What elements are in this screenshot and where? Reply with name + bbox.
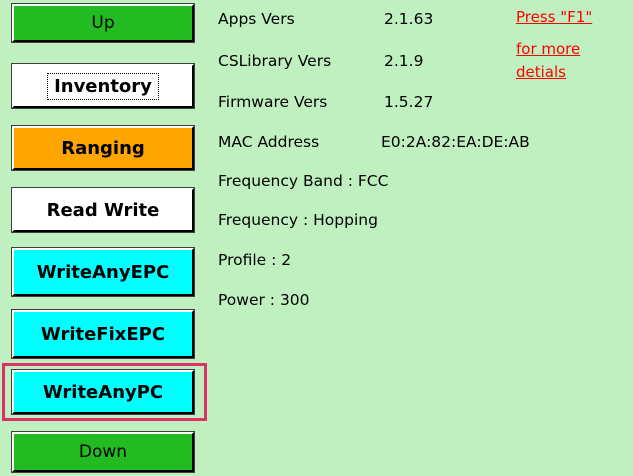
help-link-line1[interactable]: Press "F1" bbox=[516, 8, 592, 26]
firmware-vers-label: Firmware Vers bbox=[218, 93, 328, 111]
help-link-line2[interactable]: for more bbox=[516, 40, 580, 58]
mac-address-value: E0:2A:82:EA:DE:AB bbox=[381, 133, 530, 151]
apps-vers-label: Apps Vers bbox=[218, 10, 295, 28]
profile: Profile : 2 bbox=[218, 251, 292, 269]
up-button[interactable]: Up bbox=[11, 3, 195, 43]
read-write-button-label: Read Write bbox=[46, 199, 160, 221]
frequency: Frequency : Hopping bbox=[218, 211, 378, 229]
down-button[interactable]: Down bbox=[11, 431, 195, 473]
help-link-line3[interactable]: detials bbox=[516, 63, 566, 81]
write-any-pc-button-label: WriteAnyPC bbox=[42, 381, 164, 403]
down-button-label: Down bbox=[78, 442, 128, 462]
read-write-button[interactable]: Read Write bbox=[11, 187, 195, 233]
inventory-button[interactable]: Inventory bbox=[11, 63, 195, 109]
apps-vers-value: 2.1.63 bbox=[384, 10, 434, 28]
inventory-button-label: Inventory bbox=[47, 72, 159, 100]
frequency-band: Frequency Band : FCC bbox=[218, 172, 389, 190]
power: Power : 300 bbox=[218, 291, 310, 309]
write-any-pc-button[interactable]: WriteAnyPC bbox=[11, 369, 195, 415]
write-fix-epc-button[interactable]: WriteFixEPC bbox=[11, 309, 195, 359]
mac-address-label: MAC Address bbox=[218, 133, 320, 151]
up-button-label: Up bbox=[91, 13, 115, 33]
write-any-epc-button[interactable]: WriteAnyEPC bbox=[11, 247, 195, 297]
cslibrary-vers-value: 2.1.9 bbox=[384, 52, 424, 70]
ranging-button-label: Ranging bbox=[61, 137, 145, 159]
write-any-epc-button-label: WriteAnyEPC bbox=[36, 261, 170, 283]
firmware-vers-value: 1.5.27 bbox=[384, 93, 434, 111]
write-fix-epc-button-label: WriteFixEPC bbox=[40, 323, 166, 345]
cslibrary-vers-label: CSLibrary Vers bbox=[218, 52, 332, 70]
ranging-button[interactable]: Ranging bbox=[11, 125, 195, 171]
